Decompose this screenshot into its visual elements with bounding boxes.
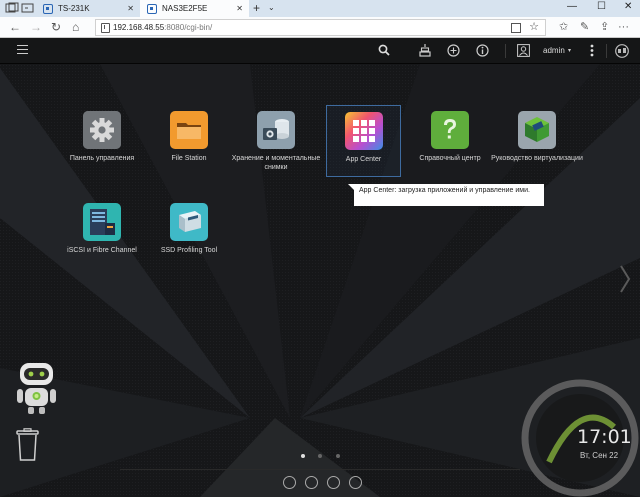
main-menu-icon[interactable] <box>17 45 28 54</box>
folder-icon <box>170 111 208 149</box>
user-name[interactable]: admin <box>543 46 565 55</box>
url-field[interactable]: 192.168.48.55:8080/cgi-bin/ ☆ <box>95 19 546 36</box>
page-dot[interactable] <box>318 454 322 458</box>
tab-ts-231k[interactable]: TS-231K ✕ <box>36 0 140 17</box>
user-avatar-icon[interactable] <box>517 44 530 57</box>
close-tab-icon[interactable]: ✕ <box>127 4 134 13</box>
app-app-center[interactable]: App Center <box>326 105 401 177</box>
maximize-button[interactable]: ☐ <box>597 1 606 12</box>
home-button[interactable]: ⌂ <box>72 20 79 34</box>
share-icon[interactable]: ⇪ <box>600 20 609 34</box>
pen-icon[interactable]: ✎ <box>580 20 589 34</box>
app-ssd-profiling-tool[interactable]: SSD Profiling Tool <box>139 203 239 255</box>
external-devices-icon[interactable] <box>447 44 460 57</box>
set-aside-tabs-icon[interactable] <box>21 2 35 14</box>
back-button[interactable]: ← <box>9 20 21 34</box>
ssd-icon <box>170 203 208 241</box>
bottom-dock <box>283 476 363 492</box>
dock-item-icon[interactable] <box>305 476 318 489</box>
app-label: App Center <box>345 156 382 163</box>
browser-tab-strip: TS-231K ✕ NAS3E2F5E ✕ + ⌄ — ☐ ✕ <box>0 0 640 17</box>
app-label: Хранение и моментальные снимки <box>231 155 321 171</box>
virtualization-icon <box>518 111 556 149</box>
qnap-favicon-icon <box>147 3 157 14</box>
app-virtualization-guide[interactable]: Руководство виртуализации <box>487 111 587 163</box>
gear-icon <box>83 111 121 149</box>
app-file-station[interactable]: File Station <box>139 111 239 163</box>
background-tasks-icon[interactable] <box>419 44 431 57</box>
page-dot[interactable] <box>301 454 305 458</box>
helpdesk-robot-icon[interactable] <box>14 361 59 416</box>
app-label: File Station <box>171 155 207 162</box>
app-label: iSCSI и Fibre Channel <box>67 247 137 254</box>
app-grid-icon <box>344 112 383 150</box>
clock-date: Вт, Сен 22 <box>580 451 619 460</box>
favorite-star-icon[interactable]: ☆ <box>529 20 539 33</box>
qts-desktop: admin ▾ Панель управления File Station Х… <box>0 38 640 497</box>
app-label: Руководство виртуализации <box>491 155 583 162</box>
favorites-bar-icon[interactable]: ✩ <box>559 20 568 34</box>
app-storage-snapshots[interactable]: Хранение и моментальные снимки <box>226 111 326 172</box>
app-label: Панель управления <box>69 155 135 162</box>
close-window-button[interactable]: ✕ <box>624 1 632 12</box>
minimize-button[interactable]: — <box>567 1 577 12</box>
qts-top-bar: admin ▾ <box>0 38 640 64</box>
refresh-button[interactable]: ↻ <box>51 20 61 34</box>
iscsi-icon <box>83 203 121 241</box>
info-icon[interactable] <box>476 44 489 57</box>
dock-item-icon[interactable] <box>283 476 296 489</box>
url-path: :8080/cgi-bin/ <box>164 23 213 32</box>
app-iscsi-fibre-channel[interactable]: iSCSI и Fibre Channel <box>52 203 152 255</box>
app-label: SSD Profiling Tool <box>160 247 218 254</box>
more-icon[interactable]: ··· <box>618 20 629 34</box>
app-help-center[interactable]: Справочный центр <box>400 111 500 163</box>
qnap-favicon-icon <box>43 3 53 14</box>
close-tab-icon[interactable]: ✕ <box>236 4 243 13</box>
tab-list-dropdown-icon[interactable]: ⌄ <box>268 3 275 12</box>
app-tooltip: App Center: загрузка приложений и управл… <box>348 184 544 206</box>
chevron-down-icon[interactable]: ▾ <box>568 47 571 54</box>
toolbar-divider <box>606 44 607 58</box>
forward-button[interactable]: → <box>30 20 42 34</box>
dock-item-icon[interactable] <box>327 476 340 489</box>
url-host: 192.168.48.55 <box>113 23 165 32</box>
tab-label: NAS3E2F5E <box>162 4 208 13</box>
dock-divider <box>120 469 520 470</box>
page-indicator <box>296 452 346 460</box>
browser-address-bar: ← → ↻ ⌂ 192.168.48.55:8080/cgi-bin/ ☆ ✩ … <box>0 17 640 38</box>
dock-item-icon[interactable] <box>349 476 362 489</box>
next-page-arrow-icon[interactable] <box>618 264 632 294</box>
dashboard-icon[interactable] <box>614 44 630 58</box>
tab-nas3e2f5e[interactable]: NAS3E2F5E ✕ <box>140 0 249 17</box>
search-icon[interactable] <box>378 44 390 56</box>
page-info-icon[interactable] <box>100 23 110 33</box>
help-icon <box>431 111 469 149</box>
app-label: Справочный центр <box>419 155 481 162</box>
trash-icon[interactable] <box>15 428 40 462</box>
new-tab-button[interactable]: + <box>253 1 260 15</box>
storage-icon <box>257 111 295 149</box>
app-control-panel[interactable]: Панель управления <box>52 111 152 163</box>
reading-view-icon[interactable] <box>511 23 521 33</box>
options-icon[interactable] <box>590 44 594 57</box>
page-dot[interactable] <box>336 454 340 458</box>
clock-time: 17:01 <box>577 426 632 448</box>
tab-preview-icon[interactable] <box>5 2 19 14</box>
tab-label: TS-231K <box>58 4 90 13</box>
toolbar-divider <box>505 44 506 58</box>
